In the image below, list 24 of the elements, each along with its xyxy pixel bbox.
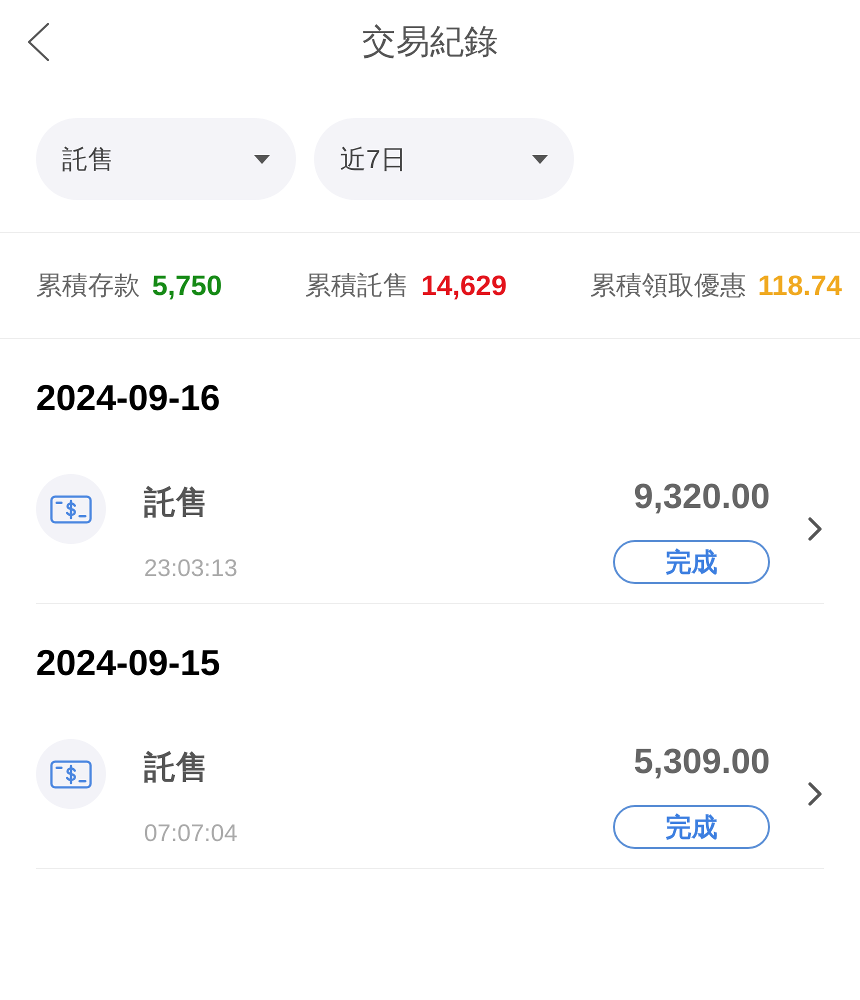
date-heading: 2024-09-16 (36, 376, 220, 420)
caret-icon (532, 154, 548, 164)
summary-value: 14,629 (421, 268, 507, 302)
transaction-time: 23:03:13 (144, 554, 238, 584)
filter-dropdown[interactable]: 近7日 (314, 118, 574, 200)
transaction-type: 託售 (144, 748, 208, 787)
date-heading: 2024-09-15 (36, 641, 220, 685)
status-tag: 完成 (613, 540, 770, 584)
summary-label: 累積存款 (36, 269, 140, 302)
caret-icon (254, 154, 270, 164)
transaction-type: 託售 (144, 483, 208, 522)
summary-value: 5,750 (152, 268, 222, 302)
back-icon[interactable] (26, 22, 50, 62)
page-title: 交易紀錄 (362, 22, 498, 63)
transaction-amount: 5,309.00 (634, 742, 770, 782)
chevron-right-icon[interactable] (806, 515, 824, 543)
summary-label: 累積託售 (305, 269, 410, 302)
transaction-time: 07:07:04 (144, 819, 238, 849)
chevron-right-icon[interactable] (806, 780, 824, 808)
status-tag: 完成 (613, 805, 770, 849)
summary-label: 累積領取優惠 (590, 269, 746, 302)
transaction-amount: 9,320.00 (634, 477, 770, 517)
summary-value: 118.74 (758, 268, 842, 302)
filter-dropdown[interactable]: 託售 (36, 118, 296, 200)
